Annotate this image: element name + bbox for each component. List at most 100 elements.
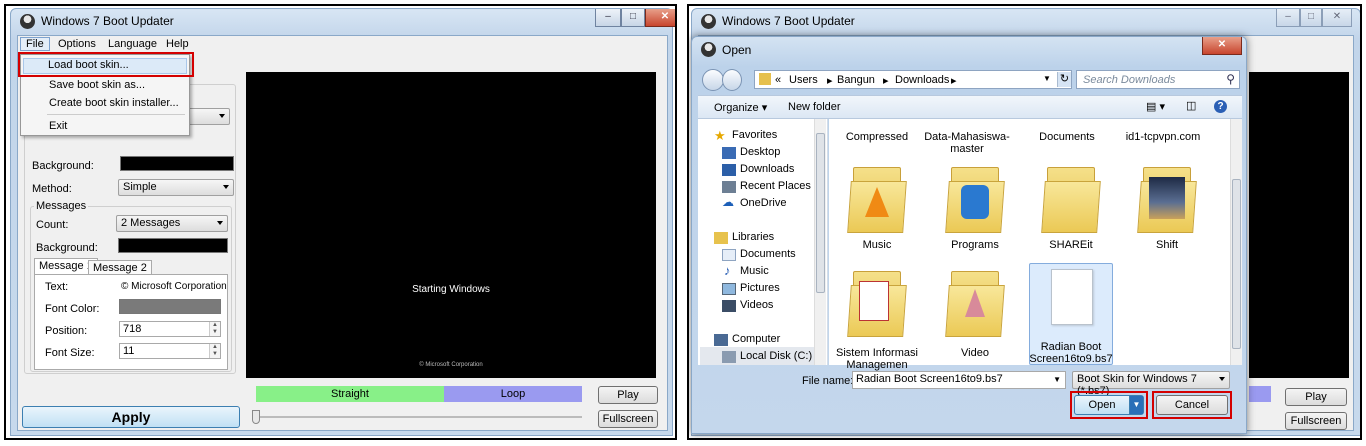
method-select[interactable]: Simple: [118, 179, 234, 196]
position-input[interactable]: 718 ▲ ▼: [119, 321, 221, 337]
folder-music[interactable]: Music: [829, 239, 925, 251]
file-id1-tcpvpn[interactable]: id1-tcpvpn.com: [1115, 131, 1211, 143]
back-button[interactable]: [702, 69, 724, 91]
menu-options[interactable]: Options: [58, 38, 96, 50]
computer-icon: [714, 334, 728, 346]
partially-hidden-combo[interactable]: [186, 108, 230, 125]
font-size-input[interactable]: 11 ▲ ▼: [119, 343, 221, 359]
title-bar[interactable]: Windows 7 Boot Updater – □ ✕: [11, 9, 675, 35]
loop-label: Loop: [500, 388, 526, 400]
text-value[interactable]: © Microsoft Corporation: [121, 281, 227, 292]
preview-pane-icon[interactable]: ◫: [1186, 99, 1196, 112]
organize-button[interactable]: Organize ▾: [714, 101, 767, 114]
nav-scrollbar-thumb[interactable]: [816, 133, 825, 293]
file-list-scrollbar[interactable]: [1230, 119, 1242, 365]
message-background-swatch[interactable]: [118, 238, 228, 253]
help-icon[interactable]: ?: [1214, 100, 1227, 113]
font-size-value: 11: [123, 345, 135, 357]
message-tab-page: Text: © Microsoft Corporation Font Color…: [34, 274, 228, 370]
nav-libraries[interactable]: Libraries: [732, 231, 774, 243]
close-button[interactable]: ✕: [645, 9, 675, 27]
file-radian-boot-screen[interactable]: Radian Boot Screen16to9.bs7: [1025, 341, 1117, 365]
open-dialog-title: Open: [722, 43, 752, 57]
preview-copyright-text: © Microsoft Corporation: [419, 362, 483, 368]
folder-video-icon: [945, 267, 1005, 337]
breadcrumb-downloads[interactable]: Downloads: [895, 74, 949, 86]
refresh-icon[interactable]: ↻: [1057, 72, 1071, 87]
address-bar[interactable]: « Users ▸ Bangun ▸ Downloads ▸ ▼ ↻: [754, 70, 1072, 89]
folder-shareit[interactable]: SHAREit: [1023, 239, 1119, 251]
folder-icon: [759, 73, 771, 85]
folder-programs[interactable]: Programs: [927, 239, 1023, 251]
folder-sistem-informasi[interactable]: Sistem Informasi Managemen: [829, 347, 925, 371]
nav-music[interactable]: Music: [740, 265, 769, 277]
menu-create-installer[interactable]: Create boot skin installer...: [49, 97, 179, 109]
folder-sistem-icon: [847, 267, 907, 337]
file-documents[interactable]: Documents: [1019, 131, 1115, 143]
title-bar-behind[interactable]: Windows 7 Boot Updater – □ ✕: [692, 9, 1360, 35]
nav-computer[interactable]: Computer: [732, 333, 780, 345]
load-skin-highlight: [18, 52, 194, 77]
search-input[interactable]: Search Downloads ⚲: [1076, 70, 1240, 89]
nav-onedrive[interactable]: OneDrive: [740, 197, 786, 209]
onedrive-icon: ☁: [722, 195, 734, 209]
nav-desktop[interactable]: Desktop: [740, 146, 780, 158]
menu-help[interactable]: Help: [166, 38, 189, 50]
menu-exit[interactable]: Exit: [49, 120, 67, 132]
close-button-behind[interactable]: ✕: [1322, 9, 1352, 27]
apply-button[interactable]: Apply: [22, 406, 240, 428]
file-type-select[interactable]: Boot Skin for Windows 7 (*.bs7): [1072, 371, 1230, 397]
font-size-spinner[interactable]: ▲ ▼: [209, 344, 220, 358]
libraries-icon: [714, 232, 728, 244]
right-screenshot-panel: Windows 7 Boot Updater – □ ✕ Play Fullsc…: [687, 4, 1362, 440]
nav-favorites[interactable]: Favorites: [732, 129, 777, 141]
nav-recent-places[interactable]: Recent Places: [740, 180, 811, 192]
file-list-scrollbar-thumb[interactable]: [1232, 179, 1241, 349]
minimize-button[interactable]: –: [595, 9, 621, 27]
app-icon: [701, 14, 716, 29]
maximize-button[interactable]: □: [621, 9, 645, 27]
file-compressed[interactable]: Compressed: [829, 131, 925, 143]
loop-segment[interactable]: Loop: [444, 386, 582, 402]
straight-segment[interactable]: Straight: [256, 386, 444, 402]
breadcrumb-users[interactable]: Users: [789, 74, 818, 86]
folder-shift[interactable]: Shift: [1119, 239, 1215, 251]
file-data-mahasiswa[interactable]: Data-Mahasiswa-master: [921, 131, 1013, 155]
breadcrumb-back[interactable]: «: [775, 74, 781, 86]
nav-local-disk[interactable]: Local Disk (C:): [740, 350, 812, 362]
document-pages-icon: [859, 281, 889, 321]
play-button[interactable]: Play: [598, 386, 658, 404]
maximize-button-behind[interactable]: □: [1300, 9, 1322, 27]
fullscreen-button-behind[interactable]: Fullscreen: [1285, 412, 1347, 430]
chevron-down-icon[interactable]: ▼: [1043, 74, 1051, 83]
text-label: Text:: [45, 281, 69, 293]
tab-message-2[interactable]: Message 2: [88, 260, 152, 275]
background-color-swatch[interactable]: [120, 156, 234, 171]
fullscreen-button[interactable]: Fullscreen: [598, 410, 658, 428]
folder-video[interactable]: Video: [927, 347, 1023, 359]
font-color-label: Font Color:: [45, 303, 100, 315]
view-options-icon[interactable]: ▤ ▾: [1146, 100, 1165, 113]
nav-downloads[interactable]: Downloads: [740, 163, 794, 175]
menu-save-boot-skin[interactable]: Save boot skin as...: [49, 79, 145, 91]
minimize-button-behind[interactable]: –: [1276, 9, 1300, 27]
new-folder-button[interactable]: New folder: [788, 101, 841, 113]
nav-documents[interactable]: Documents: [740, 248, 796, 260]
count-select[interactable]: 2 Messages: [116, 215, 228, 232]
open-dialog-title-bar[interactable]: Open ✕: [692, 37, 1246, 63]
nav-scrollbar[interactable]: [814, 119, 826, 365]
play-button-behind[interactable]: Play: [1285, 388, 1347, 406]
menu-file[interactable]: File: [20, 37, 50, 51]
timeline-slider-thumb[interactable]: [252, 410, 260, 424]
nav-pictures[interactable]: Pictures: [740, 282, 780, 294]
breadcrumb-bangun[interactable]: Bangun: [837, 74, 875, 86]
fullscreen-label-behind: Fullscreen: [1290, 415, 1342, 427]
forward-button[interactable]: [722, 69, 742, 91]
dialog-close-button[interactable]: ✕: [1202, 37, 1242, 55]
file-name-dropdown-icon[interactable]: ▼: [1053, 375, 1061, 384]
font-color-swatch[interactable]: [119, 299, 221, 314]
menu-language[interactable]: Language: [108, 38, 157, 50]
nav-videos[interactable]: Videos: [740, 299, 773, 311]
file-name-input[interactable]: Radian Boot Screen16to9.bs7 ▼: [852, 371, 1066, 389]
position-spinner[interactable]: ▲ ▼: [209, 322, 220, 336]
